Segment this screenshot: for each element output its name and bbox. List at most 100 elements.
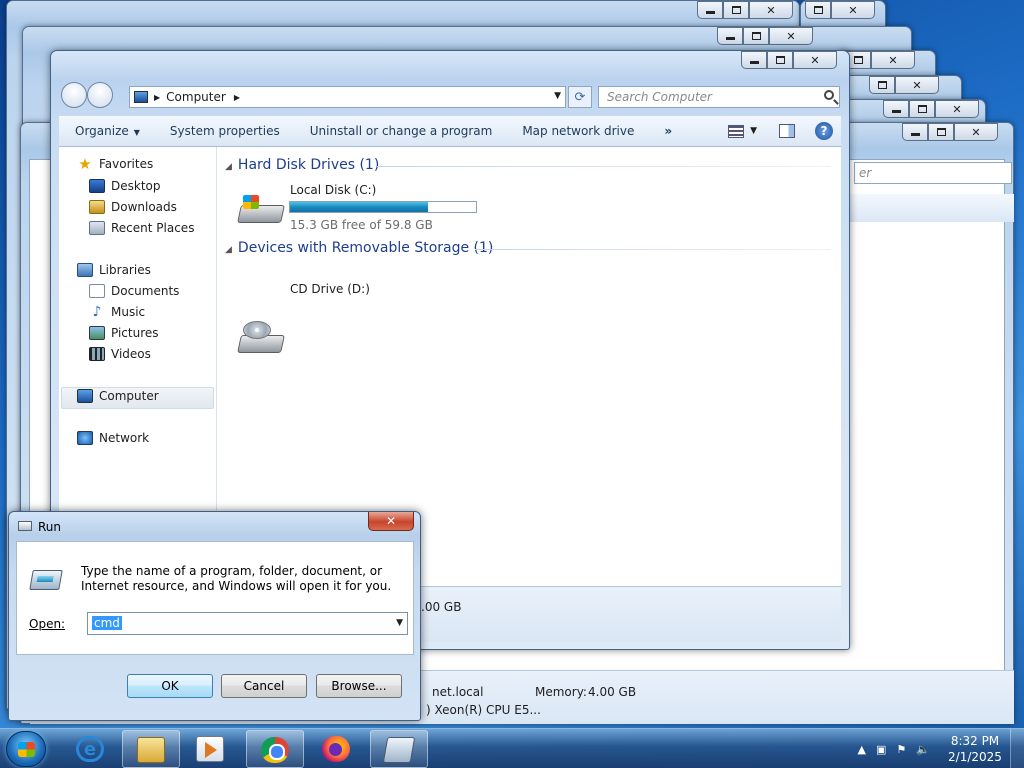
minimize-button[interactable] bbox=[717, 27, 743, 45]
maximize-button[interactable] bbox=[805, 1, 831, 19]
volume-icon[interactable]: 🔈 bbox=[916, 743, 930, 756]
cd-drive-icon[interactable] bbox=[237, 321, 285, 357]
minimize-button[interactable] bbox=[697, 1, 723, 19]
pictures-icon bbox=[89, 326, 105, 340]
nav-desktop[interactable]: Desktop bbox=[89, 179, 161, 193]
search-input[interactable]: Search Computer bbox=[598, 86, 840, 108]
nav-music[interactable]: ♪ Music bbox=[89, 305, 146, 319]
nav-libraries-label: Libraries bbox=[99, 263, 151, 277]
removable-group-label: Devices with Removable Storage (1) bbox=[237, 240, 494, 256]
more-commands-button[interactable]: » bbox=[664, 124, 672, 138]
close-button[interactable]: ✕ bbox=[954, 123, 998, 141]
minimize-button[interactable] bbox=[902, 123, 928, 141]
taskbar-run[interactable] bbox=[370, 730, 428, 768]
taskbar-media-player[interactable] bbox=[182, 730, 240, 768]
maximize-button[interactable] bbox=[767, 51, 793, 69]
system-tray: ▲ ▣ ⚑ 🔈 8:32 PM 2/1/2025 bbox=[858, 729, 1024, 768]
run-dialog-title: Run bbox=[38, 520, 62, 534]
maximize-button[interactable] bbox=[723, 1, 749, 19]
nav-pictures[interactable]: Pictures bbox=[89, 326, 159, 340]
maximize-button[interactable] bbox=[928, 123, 954, 141]
map-network-drive-button[interactable]: Map network drive bbox=[522, 124, 634, 138]
network-status-icon[interactable]: ▣ bbox=[876, 743, 886, 756]
cd-drive-name[interactable]: CD Drive (D:) bbox=[290, 282, 370, 296]
nav-documents[interactable]: Documents bbox=[89, 284, 179, 298]
close-button[interactable]: ✕ bbox=[749, 1, 793, 19]
downloads-folder-icon bbox=[89, 200, 105, 214]
help-icon[interactable]: ? bbox=[815, 122, 833, 140]
nav-computer-label: Computer bbox=[99, 389, 159, 403]
refresh-button[interactable]: ⟳ bbox=[568, 86, 592, 108]
nav-downloads-label: Downloads bbox=[111, 200, 177, 214]
address-bar[interactable]: ▶ Computer ▶ ▼ bbox=[129, 86, 566, 108]
close-button[interactable]: ✕ bbox=[871, 51, 915, 69]
nav-documents-label: Documents bbox=[111, 284, 180, 298]
clock[interactable]: 8:32 PM 2/1/2025 bbox=[940, 733, 1010, 765]
open-combobox[interactable]: cmd ▼ bbox=[87, 612, 408, 635]
close-button[interactable]: ✕ bbox=[831, 1, 875, 19]
local-disk-icon[interactable] bbox=[237, 193, 285, 227]
computer-icon bbox=[77, 389, 93, 403]
clock-time: 8:32 PM bbox=[950, 734, 1000, 748]
breadcrumb-computer[interactable]: Computer bbox=[166, 90, 226, 104]
ok-button[interactable]: OK bbox=[127, 674, 213, 698]
local-disk-name[interactable]: Local Disk (C:) bbox=[290, 183, 376, 197]
background-search-input[interactable]: er bbox=[854, 162, 1012, 184]
start-button[interactable] bbox=[6, 731, 46, 767]
system-properties-button[interactable]: System properties bbox=[170, 124, 280, 138]
breadcrumb-arrow-icon[interactable]: ▶ bbox=[154, 93, 160, 102]
nav-computer[interactable]: Computer bbox=[77, 389, 159, 403]
combobox-dropdown-icon[interactable]: ▼ bbox=[396, 618, 403, 628]
organize-label: Organize bbox=[75, 124, 129, 138]
collapse-triangle-icon: ◢ bbox=[225, 162, 232, 172]
action-center-flag-icon[interactable]: ⚑ bbox=[896, 743, 906, 756]
nav-libraries[interactable]: Libraries bbox=[77, 263, 151, 277]
group-divider bbox=[475, 249, 831, 250]
organize-menu[interactable]: Organize ▼ bbox=[75, 124, 140, 138]
maximize-button[interactable] bbox=[743, 27, 769, 45]
view-dropdown-icon[interactable]: ▼ bbox=[750, 126, 757, 136]
maximize-button[interactable] bbox=[869, 76, 895, 94]
close-button[interactable]: ✕ bbox=[895, 76, 939, 94]
close-button[interactable]: ✕ bbox=[935, 100, 979, 118]
taskbar-windows-explorer[interactable] bbox=[122, 730, 180, 768]
uninstall-program-button[interactable]: Uninstall or change a program bbox=[310, 124, 493, 138]
local-disk-usage-bar bbox=[289, 201, 477, 213]
close-button[interactable]: ✕ bbox=[769, 27, 813, 45]
command-bar: Organize ▼ System properties Uninstall or… bbox=[59, 116, 841, 147]
nav-videos-label: Videos bbox=[111, 347, 151, 361]
internet-explorer-icon: e bbox=[76, 736, 104, 762]
preview-pane-icon[interactable] bbox=[779, 124, 795, 138]
browse-button[interactable]: Browse... bbox=[316, 674, 402, 698]
nav-recent-places[interactable]: Recent Places bbox=[89, 221, 194, 235]
nav-videos[interactable]: Videos bbox=[89, 347, 151, 361]
nav-network[interactable]: Network bbox=[77, 431, 149, 445]
show-desktop-button[interactable] bbox=[1010, 729, 1024, 768]
forward-button[interactable] bbox=[87, 82, 113, 108]
show-hidden-icons-icon[interactable]: ▲ bbox=[858, 743, 866, 756]
address-dropdown-icon[interactable]: ▼ bbox=[554, 91, 561, 101]
taskbar-firefox[interactable] bbox=[308, 730, 366, 768]
group-hard-disk-drives[interactable]: ◢ Hard Disk Drives (1) bbox=[225, 157, 379, 173]
group-removable-storage[interactable]: ◢ Devices with Removable Storage (1) bbox=[225, 240, 493, 256]
maximize-button[interactable] bbox=[909, 100, 935, 118]
network-icon bbox=[77, 431, 93, 445]
cancel-button[interactable]: Cancel bbox=[221, 674, 307, 698]
local-disk-usage-fill bbox=[290, 202, 429, 212]
minimize-button[interactable] bbox=[883, 100, 909, 118]
nav-pictures-label: Pictures bbox=[111, 326, 159, 340]
nav-downloads[interactable]: Downloads bbox=[89, 200, 177, 214]
search-icon[interactable] bbox=[824, 90, 834, 100]
hdd-group-label: Hard Disk Drives (1) bbox=[237, 157, 380, 173]
breadcrumb-arrow-icon[interactable]: ▶ bbox=[234, 93, 240, 102]
close-button[interactable]: ✕ bbox=[793, 51, 837, 69]
taskbar-chrome[interactable] bbox=[246, 730, 304, 768]
taskbar-internet-explorer[interactable]: e bbox=[62, 730, 120, 768]
open-input-value[interactable]: cmd bbox=[92, 616, 122, 630]
minimize-button[interactable] bbox=[741, 51, 767, 69]
open-label: Open: bbox=[29, 617, 66, 631]
change-view-icon[interactable] bbox=[728, 124, 745, 138]
back-button[interactable] bbox=[61, 82, 87, 108]
close-button[interactable]: ✕ bbox=[368, 512, 414, 531]
nav-favorites[interactable]: ★ Favorites bbox=[77, 157, 153, 172]
